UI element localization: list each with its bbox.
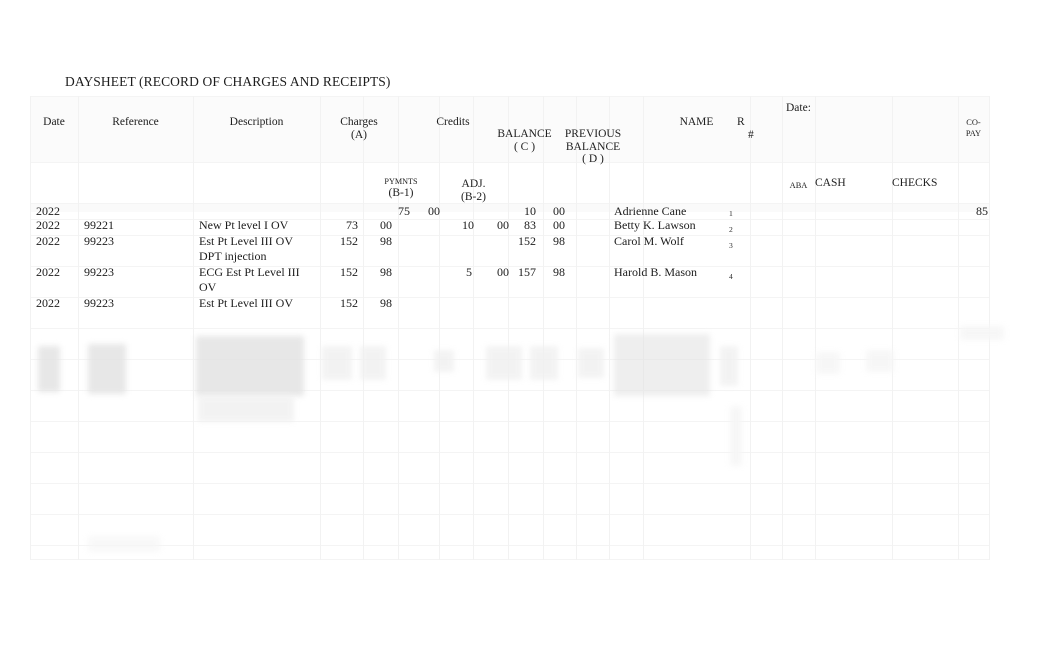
cell-reference: 99223 (84, 265, 114, 279)
column-header-r-number: # (748, 129, 754, 141)
column-header-adj-code: (B-2) (461, 190, 486, 203)
column-header-charges-code: (A) (351, 128, 367, 141)
daysheet-table: Date Reference Description Charges (A) C… (30, 96, 1004, 560)
cell-description: Est Pt Level III OV DPT injection (199, 234, 293, 263)
cell-adj-dollars: 10 (462, 218, 474, 232)
cell-r-number: 4 (729, 272, 733, 281)
cell-balance-dollars: 83 (524, 218, 536, 232)
column-header-copay-l2: PAY (965, 129, 982, 138)
column-header-reference: Reference (112, 116, 159, 128)
cell-r-number: 1 (729, 209, 733, 218)
cell-name: Carol M. Wolf (614, 234, 684, 248)
cell-copay: 85 (976, 204, 988, 218)
table-grid (30, 96, 990, 560)
column-header-charges: Charges (340, 116, 378, 128)
cell-balance-dollars: 10 (524, 204, 536, 218)
column-header-cash: CASH (815, 177, 846, 189)
cell-balance-dollars: 152 (518, 234, 536, 248)
column-header-name: NAME (679, 116, 714, 128)
cell-date: 2022 (36, 265, 60, 279)
cell-charges-cents: 98 (380, 234, 392, 248)
column-header-copay-l1: CO- (966, 118, 981, 127)
cell-description: ECG Est Pt Level III OV (199, 265, 300, 294)
cell-date: 2022 (36, 234, 60, 248)
column-header-credits: Credits (436, 116, 470, 128)
cell-description: Est Pt Level III OV (199, 296, 293, 310)
cell-date: 2022 (36, 296, 60, 310)
cell-reference: 99221 (84, 218, 114, 232)
cell-charges-cents: 98 (380, 265, 392, 279)
cell-balance-cents: 98 (553, 234, 565, 248)
cell-r-number: 3 (729, 241, 733, 250)
column-header-r: R (737, 116, 745, 128)
column-header-checks: CHECKS (892, 177, 938, 189)
cell-pymnts-cents: 00 (428, 204, 440, 218)
cell-balance-cents: 98 (553, 265, 565, 279)
column-header-previous-balance-code: ( D ) (582, 153, 604, 166)
cell-description: New Pt level I OV (199, 218, 289, 232)
cell-charges-cents: 00 (380, 218, 392, 232)
cell-adj-dollars: 5 (466, 265, 472, 279)
column-header-previous-balance-l2: BALANCE (565, 140, 621, 153)
column-header-pymnts: PYMNTS (384, 177, 418, 186)
column-header-adj: ADJ. (461, 178, 486, 190)
column-header-description: Description (229, 116, 284, 128)
cell-balance-cents: 00 (553, 204, 565, 218)
cell-balance-cents: 00 (553, 218, 565, 232)
column-header-previous-balance-l1: PREVIOUS (564, 128, 622, 140)
date-field-label: Date: (786, 102, 811, 114)
cell-date: 2022 (36, 204, 60, 218)
cell-charges-cents: 98 (380, 296, 392, 310)
page-title: DAYSHEET (RECORD OF CHARGES AND RECEIPTS… (65, 74, 391, 89)
cell-date: 2022 (36, 218, 60, 232)
cell-reference: 99223 (84, 234, 114, 248)
cell-name: Harold B. Mason (614, 265, 697, 279)
cell-reference: 99223 (84, 296, 114, 310)
column-header-date: Date (43, 116, 65, 128)
column-header-aba: ABA (789, 181, 808, 190)
cell-pymnts-dollars: 75 (398, 204, 410, 218)
cell-name: Betty K. Lawson (614, 218, 696, 232)
column-header-pymnts-code: (B-1) (388, 187, 414, 199)
cell-name: Adrienne Cane (614, 204, 687, 218)
cell-balance-dollars: 157 (518, 265, 536, 279)
cell-r-number: 2 (729, 225, 733, 234)
